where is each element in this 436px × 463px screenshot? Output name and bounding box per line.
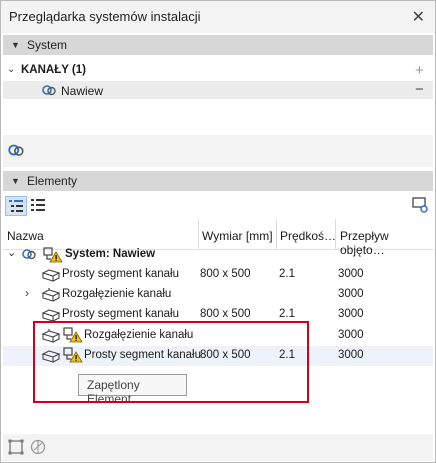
- ducts-group-label: KANAŁY (1): [21, 64, 86, 76]
- system-item-label: Nawiew: [61, 84, 104, 98]
- row-flow: 3000: [338, 268, 364, 280]
- elements-toolbar: [3, 194, 433, 218]
- table-row[interactable]: ⌄ System: Nawiew: [3, 245, 433, 265]
- elements-section-header[interactable]: ▼ Elementy: [3, 171, 433, 191]
- duct-branch-icon: [41, 287, 61, 306]
- row-dimension: 800 x 500: [200, 308, 251, 320]
- ducts-group-row[interactable]: ⌄ KANAŁY (1) +: [3, 62, 433, 80]
- chevron-down-icon[interactable]: ⌄: [7, 64, 15, 75]
- row-name: Rozgałęzienie kanału: [62, 288, 172, 300]
- system-toolbar: [3, 135, 433, 167]
- close-icon[interactable]: ✕: [412, 7, 425, 27]
- title-bar: Przeglądarka systemów instalacji ✕: [1, 1, 435, 33]
- table-row[interactable]: › Rozgałęzienie kanału 3000: [3, 285, 433, 305]
- column-header-speed[interactable]: Prędkoś…: [280, 229, 336, 243]
- chevron-right-icon[interactable]: ›: [25, 286, 29, 300]
- duct-system-icon: [21, 246, 37, 265]
- row-flow: 3000: [338, 288, 364, 300]
- row-name: System: Nawiew: [65, 248, 156, 260]
- column-header-name[interactable]: Nazwa: [7, 229, 44, 243]
- chevron-down-icon[interactable]: ⌄: [7, 246, 16, 259]
- elements-section-label: Elementy: [27, 174, 78, 188]
- collapse-triangle-icon[interactable]: ▼: [11, 176, 20, 186]
- row-name: Prosty segment kanału: [62, 268, 179, 280]
- row-speed: 2.1: [279, 268, 295, 280]
- window-title: Przeglądarka systemów instalacji: [9, 9, 201, 24]
- tree-view-icon[interactable]: [5, 196, 27, 216]
- bottom-toolbar: [3, 434, 433, 461]
- system-browser-window: Przeglądarka systemów instalacji ✕ ▼ Sys…: [0, 0, 436, 463]
- row-speed: 2.1: [279, 308, 295, 320]
- row-flow: 3000: [338, 349, 364, 361]
- system-section-label: System: [27, 38, 68, 52]
- system-section-header[interactable]: ▼ System: [3, 35, 433, 55]
- collapse-triangle-icon[interactable]: ▼: [11, 40, 20, 50]
- row-flow: 3000: [338, 329, 364, 341]
- loop-link-icon: [43, 247, 63, 266]
- settings-element-icon[interactable]: [411, 196, 429, 217]
- zoom-to-element-icon[interactable]: [29, 438, 47, 459]
- duct-system-icon: [41, 82, 57, 101]
- system-item-nawiew[interactable]: Nawiew −: [3, 81, 433, 99]
- column-header-dimension[interactable]: Wymiar [mm]: [202, 229, 273, 243]
- table-row[interactable]: Prosty segment kanału 800 x 500 2.1 3000: [3, 265, 433, 285]
- remove-system-button[interactable]: −: [415, 81, 424, 98]
- highlight-box: [33, 321, 309, 403]
- duct-system-icon[interactable]: [7, 141, 25, 162]
- add-system-button[interactable]: +: [415, 62, 424, 79]
- duct-segment-icon: [41, 267, 61, 286]
- row-dimension: 800 x 500: [200, 268, 251, 280]
- select-frame-icon[interactable]: [7, 438, 25, 459]
- row-name: Prosty segment kanału: [62, 308, 179, 320]
- row-flow: 3000: [338, 308, 364, 320]
- list-view-icon[interactable]: [29, 197, 47, 216]
